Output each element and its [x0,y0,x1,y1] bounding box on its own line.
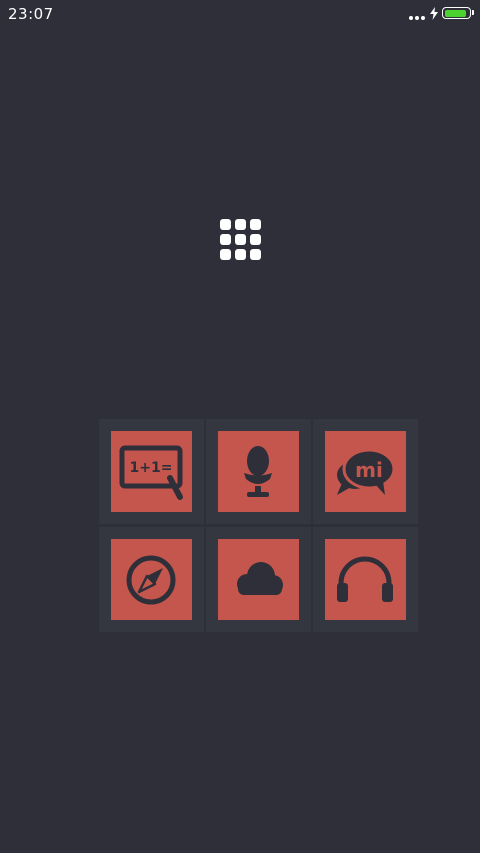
app-cell-cloud[interactable] [206,527,311,632]
app-cell-compass[interactable] [99,527,204,632]
app-folder-grid: 1+1= mi [99,419,419,632]
egg-cup-icon [244,446,272,497]
status-time: 23:07 [8,5,54,23]
calculator-formula: 1+1= [130,460,173,476]
compass-icon [126,555,176,605]
battery-tip [472,10,474,15]
app-cell-egg[interactable] [206,419,311,524]
lightning-icon [430,7,438,20]
mi-chat-text: mi [355,458,383,482]
mi-chat-bubbles-icon: mi [337,448,396,495]
app-tile-mi-chat[interactable]: mi [325,431,406,512]
app-cell-music[interactable] [313,527,418,632]
cloud-icon [237,562,283,595]
three-dots-icon [409,16,425,20]
app-cell-calculator[interactable]: 1+1= [99,419,204,524]
app-cell-mi-chat[interactable]: mi [313,419,418,524]
app-tile-compass[interactable] [111,539,192,620]
app-grid-icon[interactable] [220,219,261,260]
battery-icon [442,7,471,19]
app-tile-cloud[interactable] [218,539,299,620]
status-bar: 23:07 [0,0,480,28]
app-tile-music[interactable] [325,539,406,620]
blackboard-calculator-icon: 1+1= [119,445,183,500]
app-tile-egg[interactable] [218,431,299,512]
headphones-icon [337,556,393,602]
battery-level-fill [444,9,466,17]
app-tile-calculator[interactable]: 1+1= [111,431,192,512]
